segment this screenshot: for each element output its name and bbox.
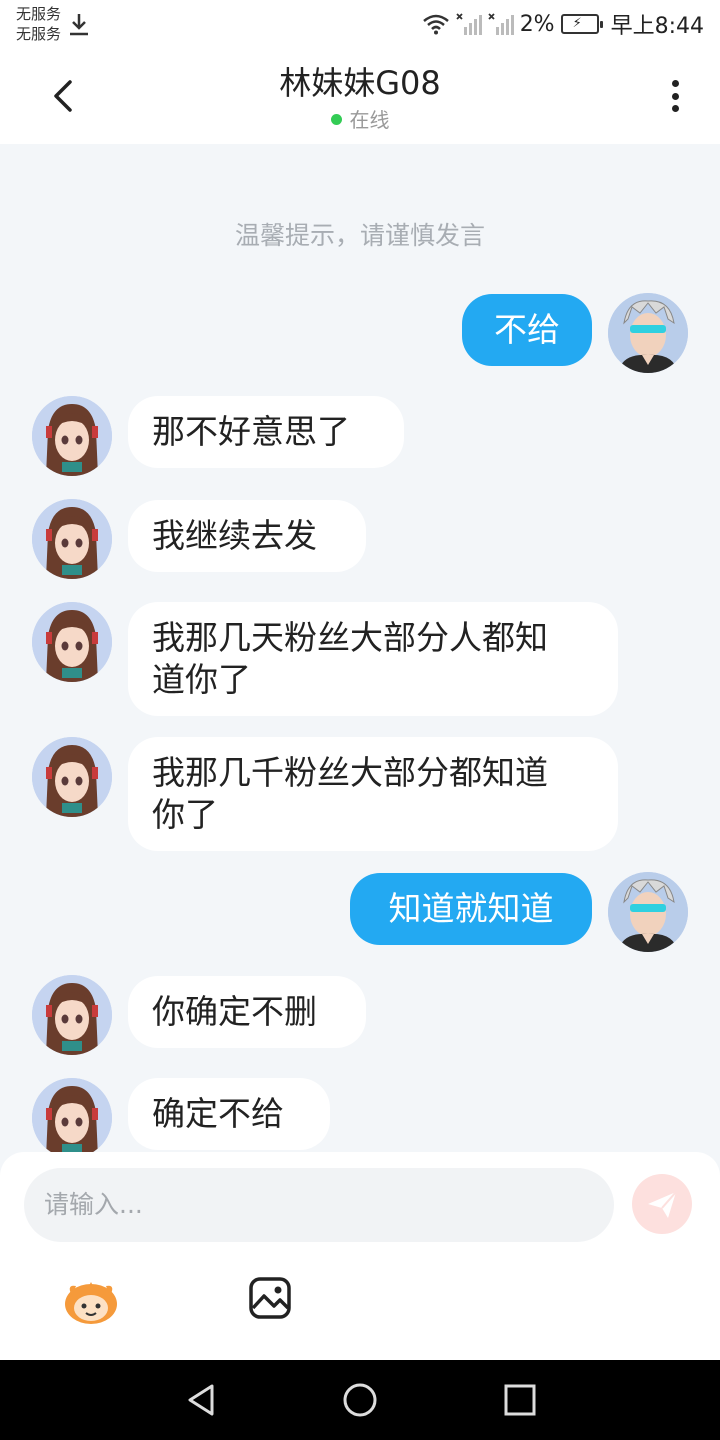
input-panel: 请输入... [0, 1152, 720, 1360]
message-text-line-1: 我那几天粉丝大部分人都知 [152, 618, 548, 657]
nav-recents-icon[interactable] [500, 1380, 540, 1420]
clock: 早上8:44 [610, 14, 704, 39]
incoming-message-bubble[interactable]: 我那几千粉丝大部分都知道 你了 [128, 737, 618, 851]
message-input[interactable]: 请输入... [24, 1168, 614, 1242]
contact-avatar[interactable] [32, 499, 112, 579]
message-text: 我继续去发 [152, 516, 317, 555]
system-nav-bar [0, 1360, 720, 1440]
message-text: 不给 [494, 310, 560, 349]
my-avatar[interactable] [608, 872, 688, 952]
chat-header: 林妹妹G08 在线 [0, 48, 720, 144]
image-icon[interactable] [248, 1276, 292, 1320]
incoming-message-bubble[interactable]: 确定不给 [128, 1078, 330, 1150]
outgoing-message-bubble[interactable]: 知道就知道 [350, 873, 592, 945]
status-bar: 无服务 无服务 2% ⚡ 早上8:44 [0, 0, 720, 48]
incoming-message-bubble[interactable]: 我继续去发 [128, 500, 366, 572]
message-text: 你确定不删 [152, 992, 317, 1031]
download-icon [70, 14, 88, 36]
outgoing-message-bubble[interactable]: 不给 [462, 294, 592, 366]
female-avatar-icon [32, 499, 112, 579]
message-list[interactable]: 温馨提示，请谨慎发言 不给 那不好意思了 我继续去发 我那几天粉丝大部分人都知 … [0, 144, 720, 1152]
female-avatar-icon [32, 975, 112, 1055]
more-icon[interactable] [660, 76, 690, 116]
male-avatar-icon [608, 872, 688, 952]
incoming-message-bubble[interactable]: 那不好意思了 [128, 396, 404, 468]
contact-name: 林妹妹G08 [279, 64, 441, 102]
message-text: 那不好意思了 [152, 412, 350, 451]
emoji-icon[interactable] [60, 1274, 122, 1326]
carrier-text: 无服务 无服务 [16, 4, 61, 44]
my-avatar[interactable] [608, 293, 688, 373]
message-text-line-2: 你了 [152, 795, 218, 834]
message-text-line-2: 道你了 [152, 660, 251, 699]
send-button[interactable] [632, 1174, 692, 1234]
signal-icon [456, 13, 482, 35]
contact-avatar[interactable] [32, 1078, 112, 1152]
male-avatar-icon [608, 293, 688, 373]
message-text-line-1: 我那几千粉丝大部分都知道 [152, 753, 548, 792]
contact-avatar[interactable] [32, 396, 112, 476]
message-text: 确定不给 [152, 1094, 284, 1133]
incoming-message-bubble[interactable]: 你确定不删 [128, 976, 366, 1048]
message-text: 知道就知道 [388, 889, 554, 928]
battery-percent: 2% [519, 11, 555, 37]
signal-icon-2 [488, 13, 514, 35]
contact-avatar[interactable] [32, 602, 112, 682]
warning-tip: 温馨提示，请谨慎发言 [234, 221, 485, 250]
incoming-message-bubble[interactable]: 我那几天粉丝大部分人都知 道你了 [128, 602, 618, 716]
nav-back-icon[interactable] [182, 1380, 222, 1420]
contact-avatar[interactable] [32, 737, 112, 817]
carrier-line-1: 无服务 [16, 5, 62, 23]
online-status-text: 在线 [349, 108, 390, 132]
carrier-line-2: 无服务 [16, 25, 62, 43]
online-dot-icon [330, 114, 342, 125]
female-avatar-icon [32, 737, 112, 817]
female-avatar-icon [32, 1078, 112, 1152]
female-avatar-icon [32, 396, 112, 476]
female-avatar-icon [32, 602, 112, 682]
online-status: 在线 [0, 104, 720, 133]
wifi-icon [422, 14, 449, 35]
contact-avatar[interactable] [32, 975, 112, 1055]
nav-home-icon[interactable] [340, 1380, 380, 1420]
battery-icon: ⚡ [560, 14, 603, 34]
send-icon [648, 1191, 677, 1218]
status-icons: 2% ⚡ 早上8:44 [422, 8, 704, 40]
